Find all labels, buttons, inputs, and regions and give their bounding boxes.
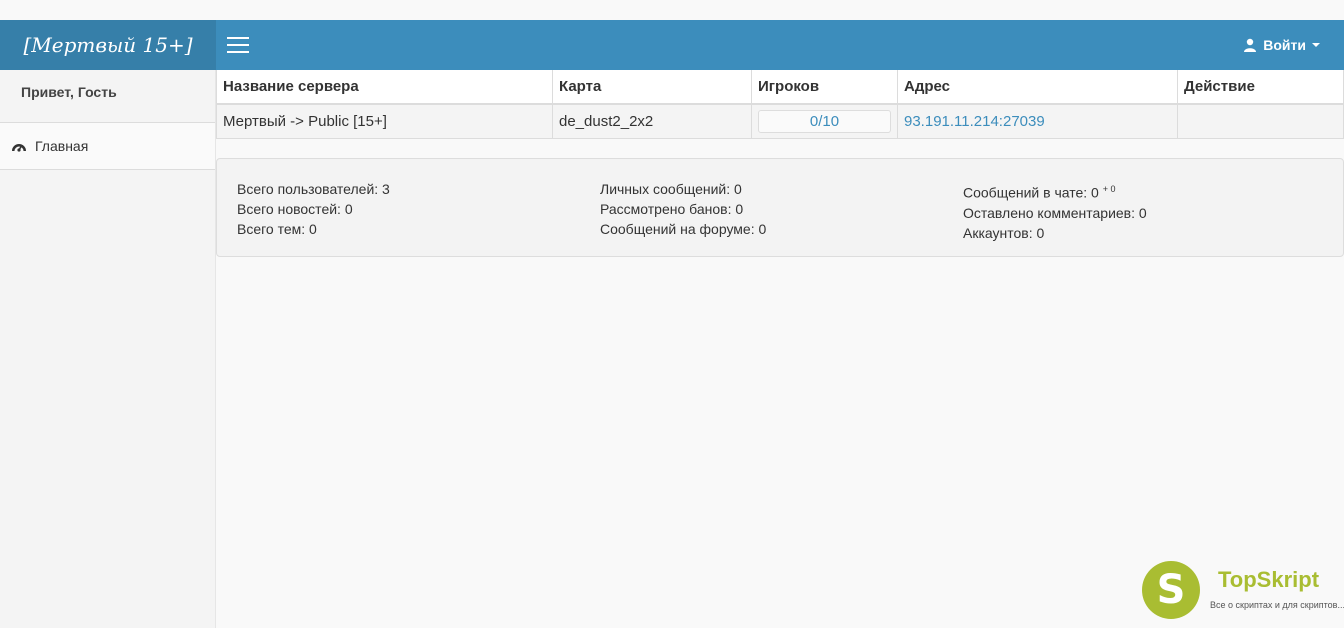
- column-header: Карта: [552, 70, 752, 105]
- stats-column-3: Сообщений в чате: 0 + 0 Оставлено коммен…: [963, 179, 1147, 243]
- watermark-tagline: Все о скриптах и для скриптов...: [1210, 600, 1344, 610]
- server-players[interactable]: 0/10: [758, 110, 891, 133]
- stat-chat-messages: Сообщений в чате: 0 + 0: [963, 184, 1116, 201]
- login-button[interactable]: Войти: [1243, 20, 1320, 70]
- caret-down-icon: [1312, 43, 1320, 47]
- stat-total-news: Всего новостей: 0: [237, 201, 353, 217]
- stat-chat-delta: + 0: [1102, 184, 1116, 194]
- table-header-row: Название сервера Карта Игроков Адрес Дей…: [216, 70, 1344, 105]
- server-map: de_dust2_2x2: [552, 103, 752, 139]
- stat-private-messages: Личных сообщений: 0: [600, 181, 742, 197]
- stats-column-2: Личных сообщений: 0 Рассмотрено банов: 0…: [600, 179, 766, 239]
- user-greeting: Привет, Гость: [0, 70, 215, 123]
- stat-accounts: Аккаунтов: 0: [963, 224, 1045, 241]
- stats-column-1: Всего пользователей: 3 Всего новостей: 0…: [237, 179, 390, 239]
- login-label: Войти: [1263, 37, 1306, 53]
- server-address-cell: 93.191.11.214:27039: [897, 103, 1178, 139]
- main-content: Название сервера Карта Игроков Адрес Дей…: [216, 70, 1344, 257]
- column-header: Игроков: [751, 70, 898, 105]
- top-navbar: [Мертвый 15+] Войти: [0, 20, 1344, 70]
- column-header: Название сервера: [216, 70, 553, 105]
- servers-table: Название сервера Карта Игроков Адрес Дей…: [216, 70, 1344, 139]
- menu-toggle-icon[interactable]: [227, 37, 249, 53]
- server-name: Мертвый -> Public [15+]: [216, 103, 553, 139]
- site-stats-panel: Всего пользователей: 3 Всего новостей: 0…: [216, 158, 1344, 257]
- server-action: [1177, 103, 1344, 139]
- watermark-name: TopSkript: [1218, 567, 1320, 592]
- topskript-logo-icon: S: [1142, 561, 1200, 619]
- sidebar: Привет, Гость Главная: [0, 70, 216, 628]
- dashboard-icon: [12, 144, 26, 152]
- stat-bans-reviewed: Рассмотрено банов: 0: [600, 201, 744, 217]
- sidebar-item-label: Главная: [35, 138, 89, 154]
- column-header: Адрес: [897, 70, 1178, 105]
- stat-total-users: Всего пользователей: 3: [237, 181, 390, 197]
- table-row: Мертвый -> Public [15+] de_dust2_2x2 0/1…: [216, 103, 1344, 139]
- server-address-link[interactable]: 93.191.11.214:27039: [904, 113, 1045, 130]
- server-players-cell: 0/10: [751, 103, 898, 139]
- stat-forum-messages: Сообщений на форуме: 0: [600, 221, 767, 237]
- sidebar-item-home[interactable]: Главная: [0, 123, 215, 170]
- topskript-watermark: S TopSkript Все о скриптах и для скрипто…: [1142, 561, 1344, 621]
- stat-total-topics: Всего тем: 0: [237, 221, 317, 237]
- column-header: Действие: [1177, 70, 1344, 105]
- user-icon: [1244, 38, 1257, 52]
- stat-comments: Оставлено комментариев: 0: [963, 204, 1147, 221]
- site-logo[interactable]: [Мертвый 15+]: [0, 20, 216, 70]
